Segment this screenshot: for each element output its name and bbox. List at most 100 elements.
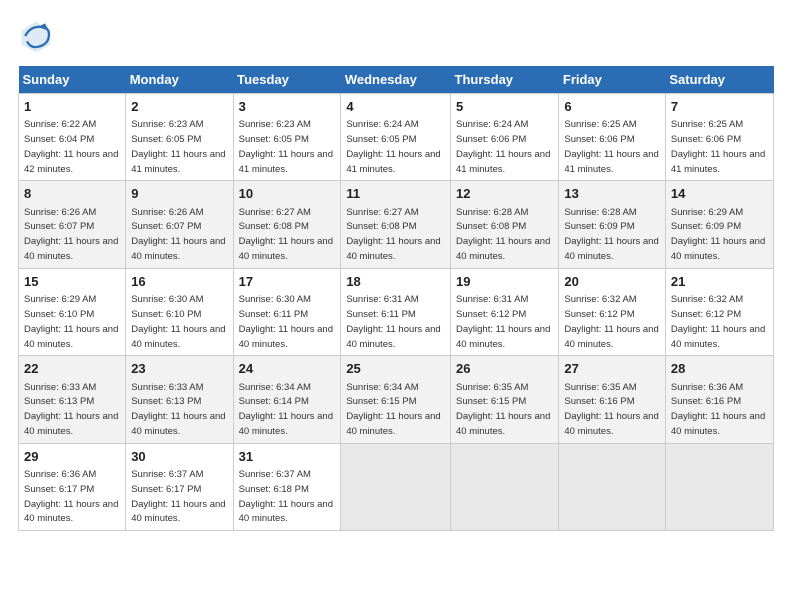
calendar-cell: 17 Sunrise: 6:30 AMSunset: 6:11 PMDaylig… — [233, 268, 341, 355]
day-number: 24 — [239, 360, 336, 378]
column-header-monday: Monday — [126, 66, 233, 94]
logo-icon — [18, 18, 54, 54]
calendar-cell: 2 Sunrise: 6:23 AMSunset: 6:05 PMDayligh… — [126, 94, 233, 181]
calendar-cell — [451, 443, 559, 530]
day-number: 11 — [346, 185, 445, 203]
calendar-week-row: 22 Sunrise: 6:33 AMSunset: 6:13 PMDaylig… — [19, 356, 774, 443]
day-number: 29 — [24, 448, 120, 466]
day-info: Sunrise: 6:29 AMSunset: 6:09 PMDaylight:… — [671, 207, 765, 262]
day-number: 14 — [671, 185, 768, 203]
day-number: 27 — [564, 360, 660, 378]
day-info: Sunrise: 6:29 AMSunset: 6:10 PMDaylight:… — [24, 294, 118, 349]
day-number: 18 — [346, 273, 445, 291]
column-header-sunday: Sunday — [19, 66, 126, 94]
calendar-cell: 6 Sunrise: 6:25 AMSunset: 6:06 PMDayligh… — [559, 94, 666, 181]
column-header-wednesday: Wednesday — [341, 66, 451, 94]
day-number: 12 — [456, 185, 553, 203]
calendar-cell: 8 Sunrise: 6:26 AMSunset: 6:07 PMDayligh… — [19, 181, 126, 268]
day-number: 15 — [24, 273, 120, 291]
calendar-cell: 5 Sunrise: 6:24 AMSunset: 6:06 PMDayligh… — [451, 94, 559, 181]
day-number: 25 — [346, 360, 445, 378]
column-header-friday: Friday — [559, 66, 666, 94]
calendar-week-row: 29 Sunrise: 6:36 AMSunset: 6:17 PMDaylig… — [19, 443, 774, 530]
column-header-tuesday: Tuesday — [233, 66, 341, 94]
calendar-cell: 4 Sunrise: 6:24 AMSunset: 6:05 PMDayligh… — [341, 94, 451, 181]
day-number: 22 — [24, 360, 120, 378]
calendar-cell: 20 Sunrise: 6:32 AMSunset: 6:12 PMDaylig… — [559, 268, 666, 355]
calendar-cell: 18 Sunrise: 6:31 AMSunset: 6:11 PMDaylig… — [341, 268, 451, 355]
day-number: 17 — [239, 273, 336, 291]
day-info: Sunrise: 6:36 AMSunset: 6:17 PMDaylight:… — [24, 469, 118, 524]
day-number: 23 — [131, 360, 227, 378]
day-number: 6 — [564, 98, 660, 116]
day-number: 30 — [131, 448, 227, 466]
day-info: Sunrise: 6:30 AMSunset: 6:10 PMDaylight:… — [131, 294, 225, 349]
day-info: Sunrise: 6:31 AMSunset: 6:11 PMDaylight:… — [346, 294, 440, 349]
day-number: 7 — [671, 98, 768, 116]
calendar-cell: 12 Sunrise: 6:28 AMSunset: 6:08 PMDaylig… — [451, 181, 559, 268]
calendar-cell: 28 Sunrise: 6:36 AMSunset: 6:16 PMDaylig… — [665, 356, 773, 443]
day-info: Sunrise: 6:37 AMSunset: 6:18 PMDaylight:… — [239, 469, 333, 524]
day-info: Sunrise: 6:30 AMSunset: 6:11 PMDaylight:… — [239, 294, 333, 349]
calendar-cell: 31 Sunrise: 6:37 AMSunset: 6:18 PMDaylig… — [233, 443, 341, 530]
day-info: Sunrise: 6:35 AMSunset: 6:15 PMDaylight:… — [456, 382, 550, 437]
day-number: 19 — [456, 273, 553, 291]
day-number: 5 — [456, 98, 553, 116]
calendar-cell: 11 Sunrise: 6:27 AMSunset: 6:08 PMDaylig… — [341, 181, 451, 268]
calendar-cell — [665, 443, 773, 530]
day-number: 16 — [131, 273, 227, 291]
day-info: Sunrise: 6:32 AMSunset: 6:12 PMDaylight:… — [564, 294, 658, 349]
day-number: 8 — [24, 185, 120, 203]
calendar-cell — [559, 443, 666, 530]
day-info: Sunrise: 6:24 AMSunset: 6:06 PMDaylight:… — [456, 119, 550, 174]
calendar-cell: 15 Sunrise: 6:29 AMSunset: 6:10 PMDaylig… — [19, 268, 126, 355]
day-number: 1 — [24, 98, 120, 116]
calendar-cell: 27 Sunrise: 6:35 AMSunset: 6:16 PMDaylig… — [559, 356, 666, 443]
day-info: Sunrise: 6:23 AMSunset: 6:05 PMDaylight:… — [131, 119, 225, 174]
day-info: Sunrise: 6:37 AMSunset: 6:17 PMDaylight:… — [131, 469, 225, 524]
day-info: Sunrise: 6:25 AMSunset: 6:06 PMDaylight:… — [671, 119, 765, 174]
day-info: Sunrise: 6:36 AMSunset: 6:16 PMDaylight:… — [671, 382, 765, 437]
day-info: Sunrise: 6:27 AMSunset: 6:08 PMDaylight:… — [346, 207, 440, 262]
calendar-cell: 1 Sunrise: 6:22 AMSunset: 6:04 PMDayligh… — [19, 94, 126, 181]
day-number: 2 — [131, 98, 227, 116]
day-info: Sunrise: 6:35 AMSunset: 6:16 PMDaylight:… — [564, 382, 658, 437]
day-info: Sunrise: 6:22 AMSunset: 6:04 PMDaylight:… — [24, 119, 118, 174]
calendar-cell: 13 Sunrise: 6:28 AMSunset: 6:09 PMDaylig… — [559, 181, 666, 268]
calendar-cell: 25 Sunrise: 6:34 AMSunset: 6:15 PMDaylig… — [341, 356, 451, 443]
header — [18, 18, 774, 54]
calendar-cell: 30 Sunrise: 6:37 AMSunset: 6:17 PMDaylig… — [126, 443, 233, 530]
calendar-week-row: 8 Sunrise: 6:26 AMSunset: 6:07 PMDayligh… — [19, 181, 774, 268]
day-number: 3 — [239, 98, 336, 116]
day-info: Sunrise: 6:26 AMSunset: 6:07 PMDaylight:… — [24, 207, 118, 262]
day-info: Sunrise: 6:25 AMSunset: 6:06 PMDaylight:… — [564, 119, 658, 174]
calendar-cell: 16 Sunrise: 6:30 AMSunset: 6:10 PMDaylig… — [126, 268, 233, 355]
calendar-cell: 24 Sunrise: 6:34 AMSunset: 6:14 PMDaylig… — [233, 356, 341, 443]
day-number: 20 — [564, 273, 660, 291]
day-info: Sunrise: 6:28 AMSunset: 6:09 PMDaylight:… — [564, 207, 658, 262]
day-info: Sunrise: 6:34 AMSunset: 6:15 PMDaylight:… — [346, 382, 440, 437]
day-info: Sunrise: 6:27 AMSunset: 6:08 PMDaylight:… — [239, 207, 333, 262]
day-number: 9 — [131, 185, 227, 203]
calendar-cell: 3 Sunrise: 6:23 AMSunset: 6:05 PMDayligh… — [233, 94, 341, 181]
column-header-thursday: Thursday — [451, 66, 559, 94]
calendar-cell: 22 Sunrise: 6:33 AMSunset: 6:13 PMDaylig… — [19, 356, 126, 443]
calendar-week-row: 1 Sunrise: 6:22 AMSunset: 6:04 PMDayligh… — [19, 94, 774, 181]
calendar-cell: 10 Sunrise: 6:27 AMSunset: 6:08 PMDaylig… — [233, 181, 341, 268]
day-info: Sunrise: 6:33 AMSunset: 6:13 PMDaylight:… — [131, 382, 225, 437]
calendar-cell: 7 Sunrise: 6:25 AMSunset: 6:06 PMDayligh… — [665, 94, 773, 181]
day-number: 13 — [564, 185, 660, 203]
day-number: 31 — [239, 448, 336, 466]
calendar-cell: 26 Sunrise: 6:35 AMSunset: 6:15 PMDaylig… — [451, 356, 559, 443]
day-info: Sunrise: 6:34 AMSunset: 6:14 PMDaylight:… — [239, 382, 333, 437]
day-info: Sunrise: 6:31 AMSunset: 6:12 PMDaylight:… — [456, 294, 550, 349]
calendar-table: SundayMondayTuesdayWednesdayThursdayFrid… — [18, 66, 774, 531]
calendar-cell: 14 Sunrise: 6:29 AMSunset: 6:09 PMDaylig… — [665, 181, 773, 268]
calendar-cell: 19 Sunrise: 6:31 AMSunset: 6:12 PMDaylig… — [451, 268, 559, 355]
calendar-cell — [341, 443, 451, 530]
day-info: Sunrise: 6:23 AMSunset: 6:05 PMDaylight:… — [239, 119, 333, 174]
page-container: SundayMondayTuesdayWednesdayThursdayFrid… — [0, 0, 792, 541]
day-number: 28 — [671, 360, 768, 378]
day-info: Sunrise: 6:33 AMSunset: 6:13 PMDaylight:… — [24, 382, 118, 437]
calendar-week-row: 15 Sunrise: 6:29 AMSunset: 6:10 PMDaylig… — [19, 268, 774, 355]
